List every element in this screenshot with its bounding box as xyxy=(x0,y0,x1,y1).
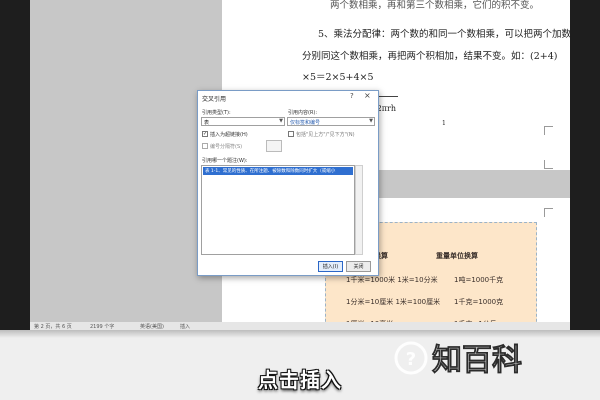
doc-text-line: 分别同这个数相乘，再把两个积相加，结果不变。如：(2+4) xyxy=(302,51,558,62)
svg-text:?: ? xyxy=(406,349,416,370)
image-row-left: 1千米=1000米 1米=10分米 xyxy=(346,276,438,284)
list-item[interactable]: 表 1-1、常见的性质、在所注题、被除数和除数同时扩大（或缩小 xyxy=(203,167,353,175)
doc-text-line: 5、乘法分配律：两个数的和同一个数相乘，可以把两个加数 xyxy=(318,29,570,40)
insert-as-link-checkbox[interactable]: ✓ xyxy=(202,131,208,137)
image-col2-header: 重量单位换算 xyxy=(436,252,478,260)
doc-marker: 1 xyxy=(442,120,446,127)
which-caption-label: 引用哪一个题注(W): xyxy=(202,158,248,164)
image-row-left: 1分米=10厘米 1米=100厘米 xyxy=(346,298,441,306)
help-icon[interactable]: ? xyxy=(350,92,354,100)
ref-content-select[interactable]: 仅标签和编号 ▼ xyxy=(287,117,375,126)
image-row-right: 1千克=1000克 xyxy=(454,298,504,306)
watermark-icon: ? 知百科 xyxy=(394,341,522,378)
status-page[interactable]: 第 2 页，共 6 页 xyxy=(34,323,72,330)
watermark-text: 知百科 xyxy=(432,343,522,378)
caption-list[interactable]: 表 1-1、常见的性质、在所注题、被除数和除数同时扩大（或缩小 xyxy=(201,165,355,255)
ref-type-value: 表 xyxy=(204,120,210,126)
chevron-down-icon: ▼ xyxy=(369,118,373,124)
insert-button[interactable]: 插入(I) xyxy=(318,261,343,272)
crop-mark xyxy=(544,160,553,169)
status-words[interactable]: 2199 个字 xyxy=(90,323,114,330)
crop-mark xyxy=(544,208,553,217)
doc-text-line: ×5＝2×5+4×5 xyxy=(302,72,374,83)
list-scrollbar[interactable] xyxy=(355,165,363,255)
doc-text-line: 两个数相乘，再和第三个数相乘，它们的积不变。 xyxy=(330,0,540,11)
dialog-title: 交叉引用 xyxy=(202,96,227,103)
status-mode[interactable]: 插入 xyxy=(180,323,190,330)
watermark-logo: ? 知百科 xyxy=(392,334,572,384)
cross-reference-dialog: 交叉引用 ? × 引用类型(T): 表 ▼ 引用内容(R): 仅标签和编号 ▼ … xyxy=(197,90,379,276)
workspace-background xyxy=(30,0,222,330)
screen: 两个数相乘，再和第三个数相乘，它们的积不变。 5、乘法分配律：两个数的和同一个数… xyxy=(30,0,570,330)
status-bar: 第 2 页，共 6 页 2199 个字 英语(美国) 插入 xyxy=(30,322,570,330)
include-above-below-label: 包括"见上方"/"见下方"(N) xyxy=(296,132,355,138)
status-language[interactable]: 英语(美国) xyxy=(140,323,164,330)
separate-numbers-label: 编号分隔符(S) xyxy=(210,144,243,150)
ref-content-value: 仅标签和编号 xyxy=(290,120,321,126)
close-icon[interactable]: × xyxy=(364,91,371,100)
separator-input[interactable] xyxy=(266,140,282,152)
ref-type-label: 引用类型(T): xyxy=(202,110,231,116)
crop-mark xyxy=(544,126,553,135)
image-row-right: 1吨=1000千克 xyxy=(454,276,504,284)
insert-as-link-label: 插入为超链接(H) xyxy=(210,132,248,138)
ref-type-select[interactable]: 表 ▼ xyxy=(201,117,285,126)
include-above-below-checkbox[interactable] xyxy=(288,131,294,137)
ref-content-label: 引用内容(R): xyxy=(288,110,318,116)
close-button[interactable]: 关闭 xyxy=(346,261,371,272)
separate-numbers-checkbox[interactable] xyxy=(202,143,208,149)
chevron-down-icon: ▼ xyxy=(279,118,283,124)
list-item-text: 表 1-1、常见的性质、在所注题、被除数和除数同时扩大（或缩小 xyxy=(205,169,336,174)
